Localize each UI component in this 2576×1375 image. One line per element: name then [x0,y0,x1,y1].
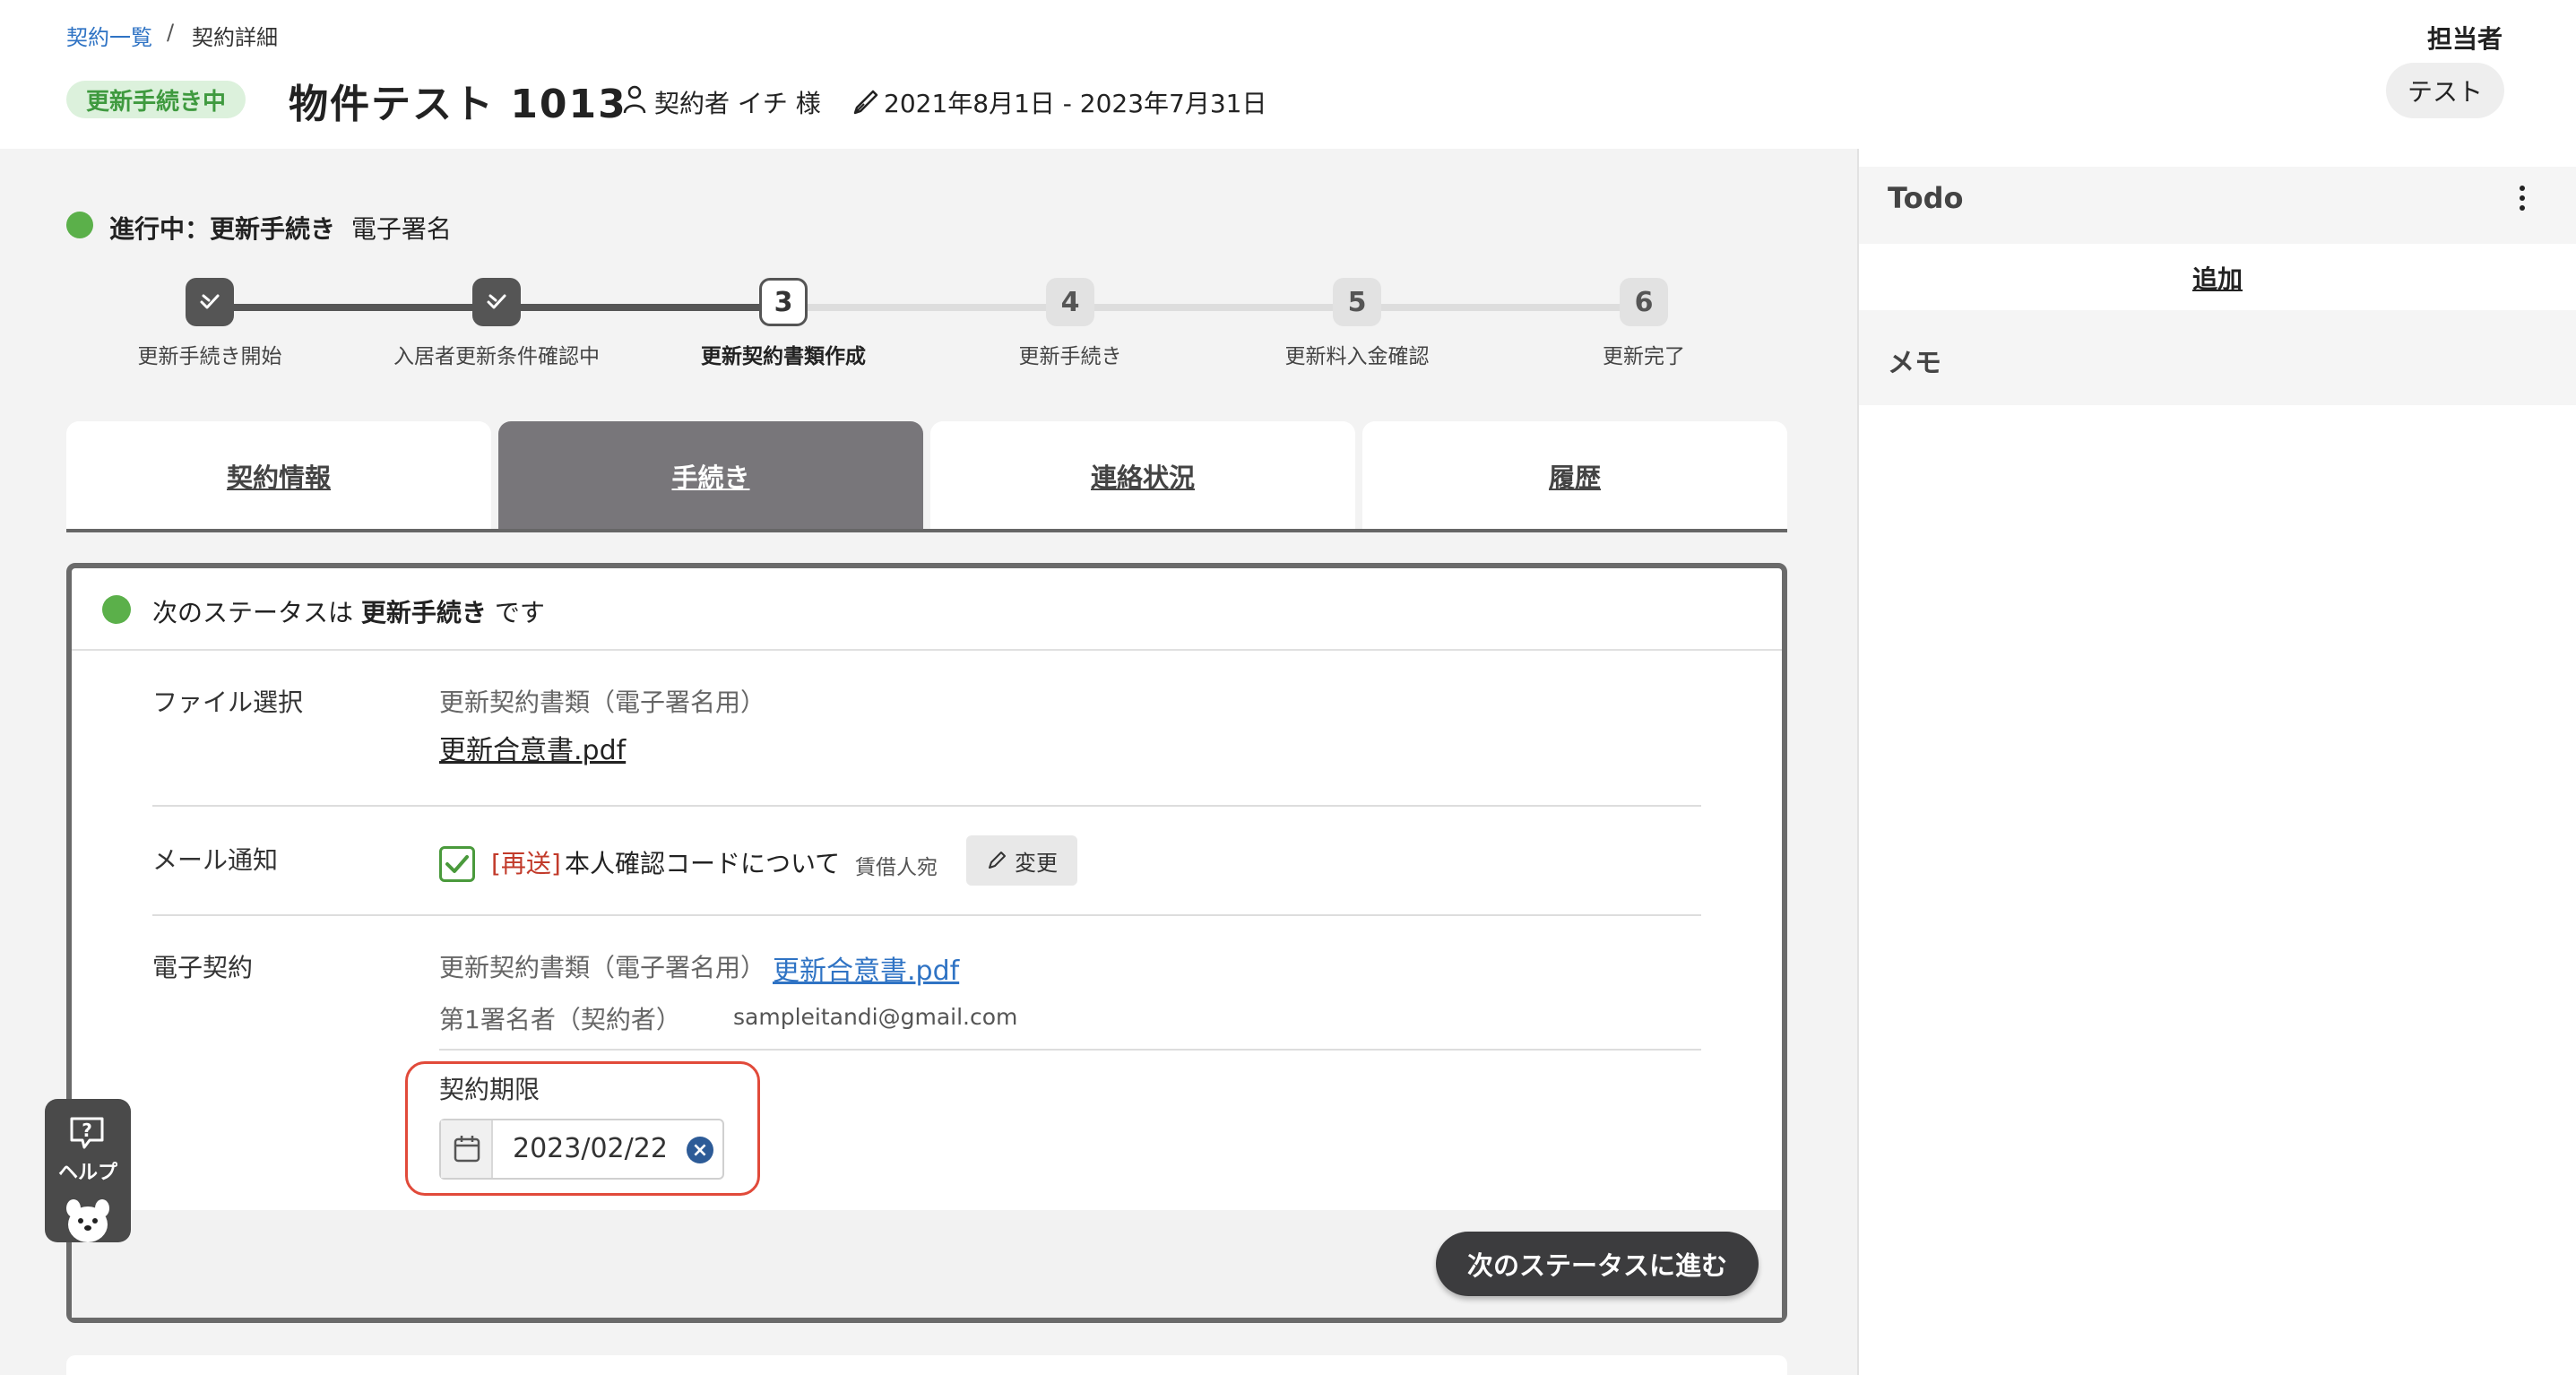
step-3-label: 更新契約書類作成 [701,345,866,368]
mail-subject: 本人確認コードについて [565,849,841,878]
deadline-label: 契約期限 [439,1075,540,1104]
tab-contact-status-label: 連絡状況 [1090,463,1195,493]
stepper-track-remaining [783,304,1644,311]
mail-recipient: 賃借人宛 [855,856,938,879]
next-status-name: 更新手続き [360,598,487,627]
dog-mascot-icon [66,1199,109,1242]
step-number: 3 [774,286,793,318]
next-status-dot [102,595,131,624]
todo-title: Todo [1888,181,1964,215]
esign-file-link[interactable]: 更新合意書.pdf [773,948,959,988]
step-number: 5 [1347,286,1367,318]
mail-notification-label: メール通知 [152,845,279,875]
mail-notification-checkbox[interactable] [439,846,475,882]
next-status-suffix: です [494,598,545,627]
help-label: ヘルプ [57,1162,117,1184]
status-badge: 更新手続き中 [66,81,246,118]
step-5-label: 更新料入金確認 [1284,345,1430,368]
step-2-indicator [472,278,521,326]
memo-title: メモ [1888,348,1941,379]
progress-status-prefix: 進行中：更新手続き [109,214,336,244]
clear-icon[interactable]: × [687,1137,713,1163]
contract-period: 2021年8月1日 - 2023年7月31日 [884,89,1267,118]
progress-status: 進行中：更新手続き 電子署名 [109,210,452,246]
todo-add-label: 追加 [2191,264,2243,294]
step-number: 4 [1060,286,1080,318]
step-5-indicator: 5 [1333,278,1381,326]
row-divider [439,1049,1701,1051]
step-3-indicator: 3 [759,278,808,326]
step-4-label: 更新手続き [1018,345,1122,368]
row-divider [152,914,1701,916]
tab-contact-status[interactable]: 連絡状況 [930,421,1355,531]
file-type-text: 更新契約書類（電子署名用） [439,688,766,717]
tab-history[interactable]: 履歴 [1362,421,1787,531]
signer-label: 第1署名者（契約者） [439,1005,681,1034]
esign-file-type: 更新契約書類（電子署名用） [439,953,766,982]
breadcrumb-current: 契約詳細 [192,25,278,50]
tab-contract-info-label: 契約情報 [226,463,331,493]
pen-icon [853,90,878,115]
kebab-menu-icon[interactable] [2513,183,2531,219]
assignee-chip[interactable]: テスト [2386,63,2504,118]
pencil-icon [989,852,1006,869]
e-contract-label: 電子契約 [152,953,254,982]
step-6-label: 更新完了 [1603,345,1685,368]
procedure-card [66,563,1787,1323]
memo-header [1859,310,2576,405]
file-selection-label: ファイル選択 [152,688,304,717]
file-link-text: 更新合意書.pdf [439,735,627,766]
check-icon [200,294,220,309]
change-button[interactable]: 変更 [966,835,1077,886]
next-section-edge [66,1355,1787,1375]
check-icon [487,294,506,309]
question-bubble-icon: ? [70,1117,104,1149]
step-6-indicator: 6 [1620,278,1668,326]
person-icon [623,85,646,114]
svg-text:?: ? [82,1120,92,1141]
deadline-date-value: 2023/02/22 [513,1133,668,1164]
breadcrumb-separator: / [167,20,175,45]
calendar-icon [454,1136,480,1163]
signer-email: sampleitandi@gmail.com [733,1004,1018,1030]
page-title: 物件テスト 1013 [289,82,627,127]
card-header-divider [72,649,1782,651]
next-status-prefix: 次のステータスは [152,598,354,627]
step-1-indicator [186,278,234,326]
breadcrumb-contract-list-link[interactable]: 契約一覧 [66,20,152,51]
tab-history-label: 履歴 [1548,463,1601,493]
todo-header [1859,167,2576,244]
step-1-label: 更新手続き開始 [137,345,282,368]
file-link[interactable]: 更新合意書.pdf [439,728,626,767]
mail-resend-tag: [再送] [491,849,561,878]
check-icon [445,855,469,873]
next-status-button[interactable]: 次のステータスに進む [1436,1232,1759,1296]
step-4-indicator: 4 [1046,278,1094,326]
step-2-label: 入居者更新条件確認中 [393,345,600,368]
esign-file-link-text: 更新合意書.pdf [773,956,960,987]
step-number: 6 [1634,286,1654,318]
tab-contract-info[interactable]: 契約情報 [66,421,491,531]
progress-status-detail: 電子署名 [350,214,452,244]
assignee-label: 担当者 [2427,24,2503,54]
change-button-label: 変更 [1015,850,1058,876]
row-divider [152,805,1701,807]
tab-procedure[interactable]: 手続き [498,421,923,531]
next-status-message: 次のステータスは 更新手続き です [152,593,545,629]
contractor-name: 契約者 イチ 様 [654,89,821,118]
progress-status-dot [66,212,93,238]
tab-procedure-label: 手続き [671,463,750,493]
todo-add-link[interactable]: 追加 [1859,260,2576,296]
tab-underline [66,529,1787,532]
